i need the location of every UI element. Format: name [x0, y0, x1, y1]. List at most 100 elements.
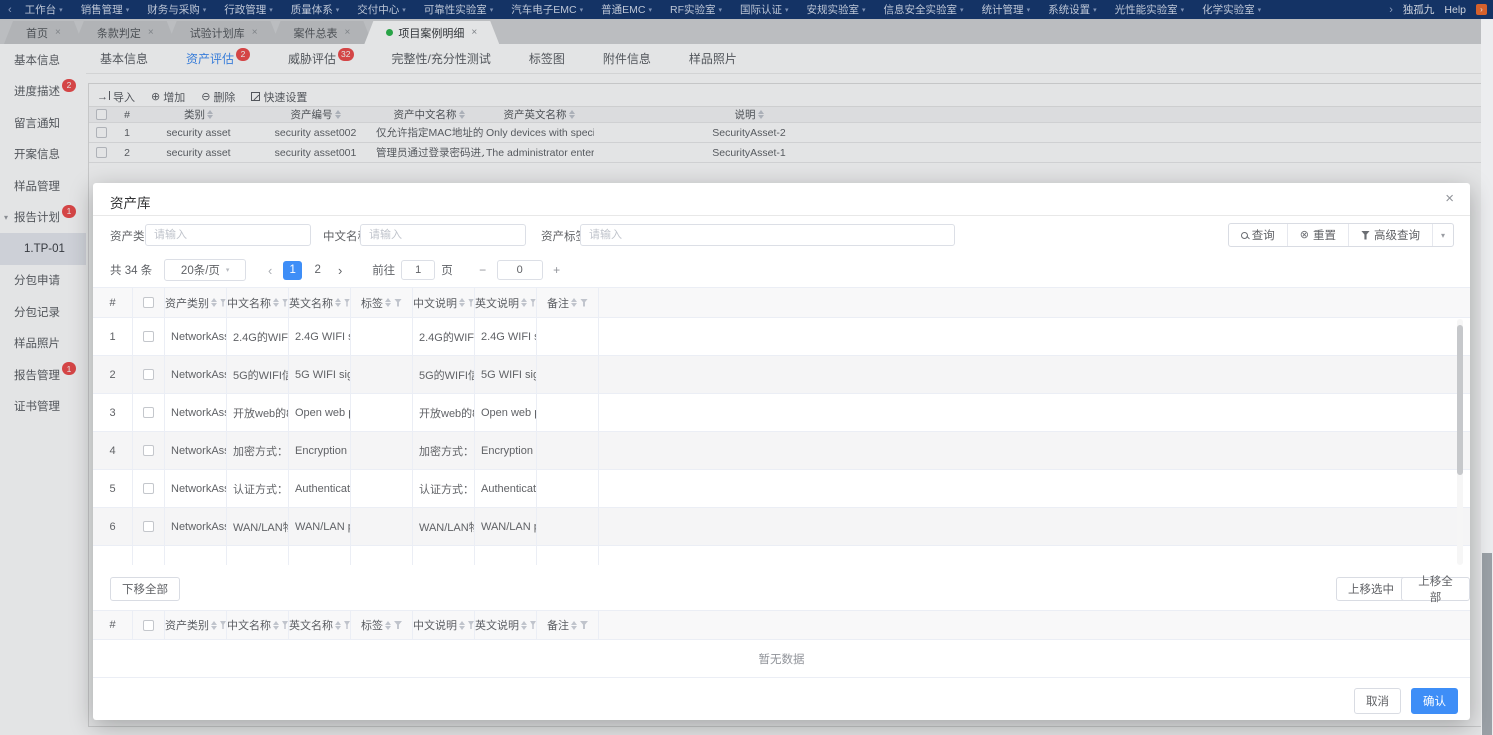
page-number-2[interactable]: 2 — [308, 261, 327, 280]
scrollbar-thumb[interactable] — [1457, 325, 1463, 475]
number-stepper: − + — [477, 260, 563, 280]
table-header-row: # 资产类别 中文名称 英文名称 标签 中文说明 英文说明 备注 — [93, 287, 1470, 318]
row-checkbox[interactable] — [143, 445, 154, 456]
move-all-down-button[interactable]: 下移全部 — [110, 577, 180, 601]
table-header-row: # 资产类别 中文名称 英文名称 标签 中文说明 英文说明 备注 — [93, 610, 1470, 640]
asset-source-table: # 资产类别 中文名称 英文名称 标签 中文说明 英文说明 备注 1 Netwo… — [93, 287, 1470, 565]
filter-icon[interactable] — [580, 298, 588, 307]
row-checkbox[interactable] — [143, 369, 154, 380]
sort-icon[interactable] — [385, 298, 391, 307]
row-checkbox[interactable] — [143, 331, 154, 342]
filter-icon[interactable] — [530, 298, 536, 307]
table-row[interactable]: 5 NetworkAsset 认证方式：802.1x Authenticatio… — [93, 470, 1470, 508]
sort-icon[interactable] — [571, 620, 577, 630]
sort-icon[interactable] — [521, 620, 527, 630]
sort-icon[interactable] — [335, 298, 341, 307]
column-header[interactable]: 英文名称 — [289, 288, 351, 318]
page-size-select[interactable]: 20条/页 ▾ — [164, 259, 247, 281]
page-number-1[interactable]: 1 — [283, 260, 303, 280]
row-checkbox[interactable] — [143, 483, 154, 494]
scrollbar-thumb[interactable] — [1482, 553, 1492, 735]
filter-icon[interactable] — [344, 298, 350, 307]
chevron-down-icon: ▾ — [225, 267, 230, 274]
sort-icon[interactable] — [521, 298, 527, 307]
sort-icon[interactable] — [211, 298, 217, 307]
sort-icon[interactable] — [273, 620, 279, 630]
goto-label: 前往 — [372, 265, 396, 277]
column-header[interactable]: 英文说明 — [475, 611, 537, 640]
filter-icon[interactable] — [468, 298, 474, 307]
advanced-query-dropdown[interactable]: ▾ — [1431, 224, 1453, 246]
page-scrollbar[interactable] — [1481, 19, 1493, 735]
sort-icon[interactable] — [385, 620, 391, 630]
table-row[interactable]: 1 NetworkAsset 2.4G的WIFI信号广 2.4G WIFI si… — [93, 318, 1470, 356]
asset-category-input[interactable] — [145, 224, 311, 246]
filter-icon[interactable] — [394, 621, 402, 629]
sort-icon[interactable] — [571, 298, 577, 307]
empty-placeholder: 暂无数据 — [93, 640, 1470, 678]
cancel-button[interactable]: 取消 — [1354, 688, 1401, 714]
table-row[interactable]: 3 NetworkAsset 开放web的80和19 Open web port… — [93, 394, 1470, 432]
close-icon[interactable]: × — [1445, 191, 1454, 206]
row-checkbox[interactable] — [143, 407, 154, 418]
move-selected-up-button[interactable]: 上移选中 — [1336, 577, 1406, 601]
advanced-query-button[interactable]: 高级查询 — [1347, 224, 1432, 246]
table-row[interactable]: 2 NetworkAsset 5G的WIFI信号广播 5G WIFI signa… — [93, 356, 1470, 394]
column-header[interactable]: 中文名称 — [227, 611, 289, 640]
modal-footer: 取消 确认 — [1354, 688, 1458, 714]
column-header[interactable]: 标签 — [351, 611, 413, 640]
filter-icon[interactable] — [530, 621, 536, 629]
table-row[interactable]: 6 NetworkAsset WAN/LAN物理接 WAN/LAN physic… — [93, 508, 1470, 546]
select-all-checkbox[interactable] — [143, 297, 154, 308]
modal-header: 资产库 × — [93, 183, 1470, 216]
filter-icon[interactable] — [580, 621, 588, 629]
sort-icon[interactable] — [459, 298, 465, 307]
reset-button[interactable]: ⊗ 重置 — [1286, 224, 1348, 246]
row-checkbox[interactable] — [143, 521, 154, 532]
column-header[interactable]: 中文名称 — [227, 288, 289, 318]
filter-icon[interactable] — [220, 298, 226, 307]
modal-title: 资产库 — [110, 196, 151, 211]
column-header[interactable]: 备注 — [537, 611, 599, 640]
query-button-group: 查询 ⊗ 重置 高级查询 ▾ — [1227, 223, 1454, 247]
filter-icon[interactable] — [468, 621, 474, 629]
column-header[interactable]: 资产类别 — [165, 288, 227, 318]
reset-icon: ⊗ — [1299, 228, 1309, 241]
chinese-name-input[interactable] — [360, 224, 526, 246]
asset-tag-input[interactable] — [580, 224, 955, 246]
stepper-input[interactable] — [496, 260, 543, 280]
sort-icon[interactable] — [335, 620, 341, 630]
query-button[interactable]: 查询 — [1229, 224, 1287, 246]
prev-page-icon[interactable]: ‹ — [260, 264, 280, 277]
filter-icon[interactable] — [282, 621, 288, 629]
search-icon — [1240, 231, 1248, 239]
filter-icon[interactable] — [394, 298, 402, 307]
column-header[interactable]: 英文说明 — [475, 288, 537, 318]
minus-icon[interactable]: − — [477, 263, 489, 277]
sort-icon[interactable] — [211, 620, 217, 630]
sort-icon[interactable] — [273, 298, 279, 307]
column-header[interactable]: 标签 — [351, 288, 413, 318]
column-header[interactable]: 备注 — [537, 288, 599, 318]
page-unit-label: 页 — [441, 265, 453, 277]
table-scrollbar[interactable] — [1457, 319, 1463, 565]
select-all-checkbox[interactable] — [143, 619, 154, 631]
filter-icon[interactable] — [344, 621, 350, 629]
goto-page-input[interactable] — [401, 260, 436, 280]
sort-icon[interactable] — [459, 620, 465, 630]
pagination-bar: 共 34 条 20条/页▾ ‹ 1 2 › 前往 页 − + — [110, 259, 1453, 281]
table-row[interactable]: 4 NetworkAsset 加密方式：WPA2. Encryption met… — [93, 432, 1470, 470]
column-header[interactable]: 中文说明 — [413, 611, 475, 640]
asset-target-table: # 资产类别 中文名称 英文名称 标签 中文说明 英文说明 备注 暂无数据 — [93, 610, 1470, 678]
move-all-up-button[interactable]: 上移全部 — [1401, 576, 1470, 604]
column-header[interactable]: 中文说明 — [413, 288, 475, 318]
column-header[interactable]: 英文名称 — [289, 611, 351, 640]
confirm-button[interactable]: 确认 — [1411, 688, 1458, 714]
plus-icon[interactable]: + — [551, 263, 563, 277]
table-row-partial — [93, 546, 1470, 565]
asset-library-modal: 资产库 × 资产类别 中文名称 资产标签 查询 ⊗重置 高级查询 ▾ 共 34 … — [93, 183, 1470, 720]
next-page-icon[interactable]: › — [330, 264, 350, 277]
filter-icon[interactable] — [220, 621, 226, 629]
filter-icon[interactable] — [282, 298, 288, 307]
column-header[interactable]: 资产类别 — [165, 611, 227, 640]
